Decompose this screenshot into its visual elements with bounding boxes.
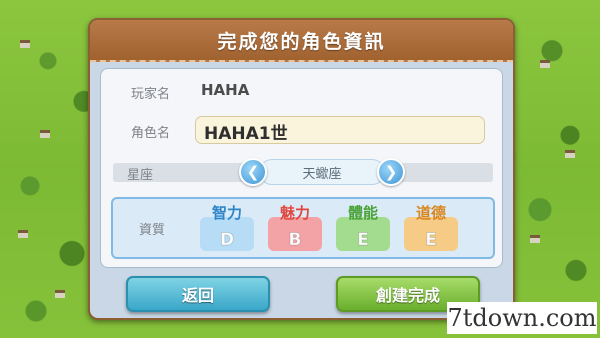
zodiac-label: 星座: [127, 168, 154, 183]
trait-intelligence: 智力 D: [199, 205, 255, 253]
trait-name: 道德: [415, 204, 446, 222]
background-house: [530, 235, 540, 243]
trait-grade-tile: D: [200, 217, 254, 251]
trait-name: 魅力: [279, 204, 310, 222]
dialog-title-bar: 完成您的角色資訊: [90, 20, 513, 62]
watermark-text: 7tdown.com: [447, 304, 597, 332]
zodiac-selector: 天蠍座: [259, 159, 385, 185]
background-house: [540, 60, 550, 68]
zodiac-prev-button[interactable]: ❮: [239, 158, 267, 186]
character-info-dialog: 完成您的角色資訊 玩家名 HAHA 角色名 HAHA1世 星座 天蠍座 ❮ ❯ …: [88, 18, 515, 320]
traits-box: 資質 智力 D 魅力 B 體能 E 道德 E: [111, 197, 495, 259]
trait-charm: 魅力 B: [267, 205, 323, 253]
trait-grade: D: [219, 230, 235, 250]
background-house: [55, 290, 65, 298]
background-house: [18, 230, 28, 238]
create-button-label: 創建完成: [375, 286, 440, 305]
info-panel: 玩家名 HAHA 角色名 HAHA1世 星座 天蠍座 ❮ ❯ 資質 智力 D 魅…: [100, 68, 503, 268]
trait-grade-tile: E: [404, 217, 458, 251]
trait-grade: B: [288, 230, 302, 250]
back-button[interactable]: 返回: [126, 276, 270, 312]
player-name-label: 玩家名: [131, 87, 171, 102]
back-button-label: 返回: [181, 286, 214, 305]
background-house: [20, 40, 30, 48]
background-house: [40, 130, 50, 138]
background-house: [565, 150, 575, 158]
trait-name: 體能: [347, 204, 378, 222]
dialog-title: 完成您的角色資訊: [217, 30, 386, 53]
chevron-left-icon: ❮: [246, 163, 260, 181]
character-name-input[interactable]: HAHA1世: [195, 116, 485, 144]
zodiac-next-button[interactable]: ❯: [377, 158, 405, 186]
player-name-value: HAHA: [201, 81, 250, 99]
trait-grade-tile: E: [336, 217, 390, 251]
trait-grade: E: [357, 230, 370, 250]
site-watermark: 7tdown.com: [447, 302, 597, 334]
trait-morality: 道德 E: [403, 205, 459, 253]
character-name-label: 角色名: [131, 126, 171, 141]
traits-label: 資質: [139, 223, 166, 238]
trait-physique: 體能 E: [335, 205, 391, 253]
chevron-right-icon: ❯: [384, 163, 398, 181]
trait-name: 智力: [211, 204, 242, 222]
trait-grade-tile: B: [268, 217, 322, 251]
trait-grade: E: [425, 230, 438, 250]
zodiac-value: 天蠍座: [302, 166, 342, 182]
